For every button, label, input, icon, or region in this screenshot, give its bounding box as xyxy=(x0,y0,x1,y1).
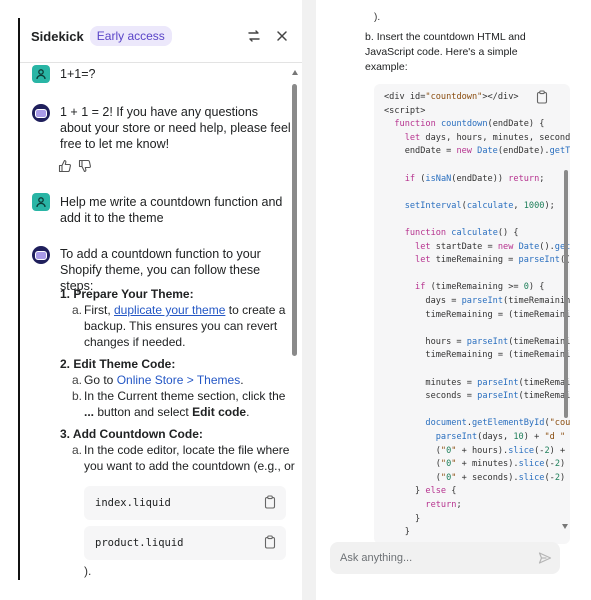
code-line: } xyxy=(384,513,421,524)
code-line: timeRemaining = (timeRemaining % 86400); xyxy=(425,309,570,320)
step-3: 3. Add Countdown Code: a. In the code ed… xyxy=(60,426,298,474)
thumbs-up-icon[interactable] xyxy=(58,159,72,178)
sub-marker: b. xyxy=(72,389,83,403)
sidekick-bot-icon xyxy=(32,104,50,122)
copy-icon[interactable] xyxy=(264,495,276,512)
sub-marker: a. xyxy=(72,303,83,317)
online-store-themes-link[interactable]: Online Store > Themes xyxy=(117,373,241,387)
code-line: setInterval(calculate, 1000); xyxy=(404,200,555,211)
sub-text: In the Current theme section, click the … xyxy=(84,388,298,420)
step-b-text: Insert the countdown HTML and JavaScript… xyxy=(365,31,526,73)
sub-text: First, duplicate your theme to create a … xyxy=(84,302,298,350)
early-access-badge: Early access xyxy=(89,26,172,46)
copy-icon[interactable] xyxy=(536,90,548,109)
scroll-down-arrow-icon[interactable] xyxy=(562,524,568,529)
code-line: ("0" + seconds).slice(-2) + "s"; xyxy=(384,472,566,483)
step-title: 2. Edit Theme Code: xyxy=(60,357,176,371)
user-message-2: Help me write a countdown function and a… xyxy=(60,195,283,225)
file-code-block: index.liquid xyxy=(84,486,286,520)
panel-title: Sidekick xyxy=(31,28,84,44)
code-line: let timeRemaining = parseInt((endDate xyxy=(415,255,570,266)
step-2: 2. Edit Theme Code: a. Go to Online Stor… xyxy=(60,356,298,420)
panel-gap xyxy=(302,0,316,600)
file-name: product.liquid xyxy=(95,537,184,549)
sub-text-post: . xyxy=(246,405,250,419)
panel-header: Sidekick Early access xyxy=(20,18,302,54)
step-sub-item: a. Go to Online Store > Themes. xyxy=(60,372,298,388)
code-panel: ). b. Insert the countdown HTML and Java… xyxy=(316,0,572,600)
file-code-block: product.liquid xyxy=(84,526,286,560)
code-line: if (isNaN(endDate)) return; xyxy=(404,173,545,184)
user-avatar-icon xyxy=(32,193,50,211)
file-name: index.liquid xyxy=(95,497,171,509)
bot-message-1: 1 + 1 = 2! If you have any questions abo… xyxy=(60,105,291,151)
copy-icon[interactable] xyxy=(264,535,276,552)
sub-text-pre: First, xyxy=(84,303,114,317)
step-sub-item: b. In the Current theme section, click t… xyxy=(60,388,298,420)
sub-text-pre: In the Current theme section, click the xyxy=(84,389,286,403)
send-icon[interactable] xyxy=(538,551,552,570)
code-line: <script> xyxy=(384,105,426,116)
code-line: <div id="countdown"></div> xyxy=(384,92,519,102)
scroll-up-arrow-icon[interactable] xyxy=(292,70,298,75)
sub-text: In the code editor, locate the file wher… xyxy=(84,443,295,473)
thumbs-down-icon[interactable] xyxy=(78,159,92,178)
instruction-step-b: b. Insert the countdown HTML and JavaScr… xyxy=(365,30,555,75)
code-line: } xyxy=(384,527,410,538)
ask-input[interactable] xyxy=(330,542,560,574)
code-line: function calculate() { xyxy=(404,228,519,238)
code-line: } else { xyxy=(384,486,457,497)
close-icon[interactable] xyxy=(274,28,290,44)
code-scroll-thumb[interactable] xyxy=(564,170,568,418)
sub-text-post: . xyxy=(240,373,244,387)
steps-list: 1. Prepare Your Theme: a. First, duplica… xyxy=(60,286,298,474)
feedback-row xyxy=(58,159,92,178)
code-line: return; xyxy=(425,500,462,510)
sub-marker: a. xyxy=(72,373,83,387)
edit-code-text: Edit code xyxy=(192,405,247,419)
sidekick-bot-icon xyxy=(32,246,50,264)
code-line: parseInt(days, 10) + "d " + xyxy=(435,432,566,442)
ellipsis-text: ... xyxy=(84,405,95,419)
code-line: endDate = new Date(endDate).getTime(); xyxy=(384,146,570,157)
code-line: ("0" + hours).slice(-2) + "h " + xyxy=(384,445,570,456)
duplicate-theme-link[interactable]: duplicate your theme xyxy=(114,303,225,317)
code-line: days = parseInt(timeRemaining / 86400); xyxy=(384,296,570,306)
code-line: if (timeRemaining >= 0) { xyxy=(415,282,545,293)
step-title: 3. Add Countdown Code: xyxy=(60,427,203,441)
sub-text-mid: button and select xyxy=(94,405,193,419)
sub-text-pre: Go to xyxy=(84,373,117,387)
code-line: timeRemaining = (timeRemaining % 3600); xyxy=(425,350,570,361)
step-b-marker: b. xyxy=(365,31,374,43)
code-line: let days, hours, minutes, seconds; xyxy=(404,132,570,143)
header-divider xyxy=(20,62,302,63)
user-avatar-icon xyxy=(32,65,50,83)
code-line: seconds = parseInt(timeRemaining % 60); xyxy=(384,391,570,402)
sidekick-panel: Sidekick Early access 1+1=? 1 + 1 = 2! I… xyxy=(20,18,302,580)
swap-icon[interactable] xyxy=(246,28,262,44)
message-tail-text: ). xyxy=(84,564,92,578)
code-line: hours = parseInt(timeRemaining / 3600); xyxy=(384,336,570,347)
previous-fragment: ). xyxy=(374,12,381,23)
code-line: function countdown(endDate) { xyxy=(394,119,545,130)
code-line: let startDate = new Date().getTime(); xyxy=(415,241,570,252)
step-title: 1. Prepare Your Theme: xyxy=(60,287,194,301)
code-line: document.getElementById("countdown").inn… xyxy=(425,418,570,429)
user-message-1: 1+1=? xyxy=(60,67,96,81)
step-sub-item: a. First, duplicate your theme to create… xyxy=(60,302,298,350)
step-sub-item: a. In the code editor, locate the file w… xyxy=(60,442,298,474)
code-line: ("0" + minutes).slice(-2) + "m " + xyxy=(384,459,566,470)
code-block: <div id="countdown"></div> <script> funct… xyxy=(374,84,570,544)
step-1: 1. Prepare Your Theme: a. First, duplica… xyxy=(60,286,298,350)
code-line: minutes = parseInt(timeRemaining / 60); xyxy=(384,377,570,388)
sub-marker: a. xyxy=(72,443,83,457)
sub-text: Go to Online Store > Themes. xyxy=(84,372,244,388)
